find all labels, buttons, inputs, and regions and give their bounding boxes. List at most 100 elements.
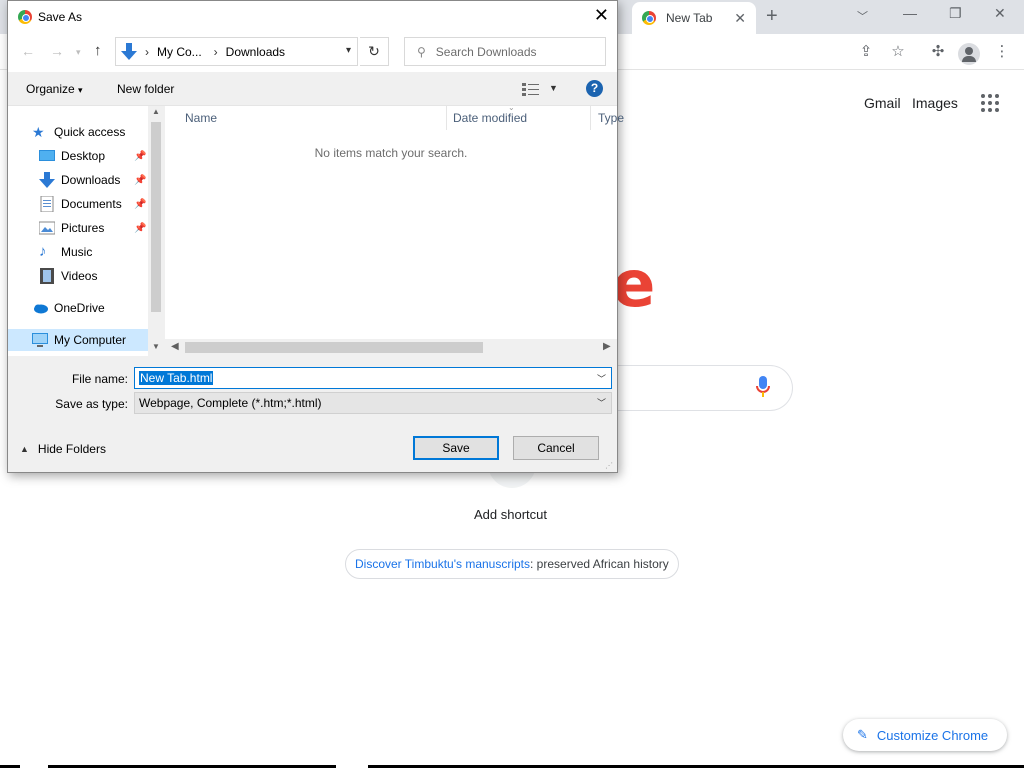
discover-link[interactable]: Discover Timbuktu's manuscripts	[355, 557, 530, 571]
apps-grid-icon[interactable]	[981, 94, 999, 112]
file-name-dropdown-icon[interactable]: ﹀	[597, 372, 606, 385]
save-button[interactable]: Save	[413, 436, 499, 460]
dialog-nav-row: ← → ▾ ↑ › My Co... › Downloads ▾ ↻ ⚲	[8, 32, 617, 72]
film-icon	[40, 268, 54, 284]
cancel-button[interactable]: Cancel	[513, 436, 599, 460]
nav-downloads[interactable]: Downloads	[39, 169, 120, 191]
nav-label: Desktop	[61, 149, 106, 163]
customize-chrome-label: Customize Chrome	[876, 727, 989, 743]
scroll-up-icon[interactable]: ▲	[152, 107, 160, 116]
dialog-titlebar[interactable]: Save As ✕	[8, 1, 617, 32]
pin-icon: 📌	[134, 223, 147, 234]
scroll-down-icon[interactable]: ▼	[152, 342, 160, 351]
view-dropdown-icon[interactable]: ▼	[549, 83, 558, 93]
resize-grip-icon[interactable]: ⋰	[605, 461, 613, 470]
forward-arrow-icon[interactable]: →	[50, 43, 64, 59]
breadcrumb-my-computer[interactable]: My Co...	[157, 45, 202, 59]
search-field[interactable]: ⚲	[404, 37, 606, 66]
nav-my-computer[interactable]: My Computer	[8, 329, 148, 351]
images-link[interactable]: Images	[912, 95, 958, 111]
horizontal-scrollbar[interactable]: ◀ ▶	[165, 339, 617, 356]
tab-search-chevron-icon[interactable]: ﹀	[857, 8, 868, 24]
up-arrow-icon[interactable]: ↑	[94, 42, 102, 59]
file-list-pane: Name Date modified ⌄ Type No items match…	[165, 103, 624, 356]
download-arrow-icon	[39, 172, 55, 188]
pin-icon: 📌	[134, 199, 147, 210]
tab-title: New Tab	[666, 11, 713, 25]
save-type-label: Save as type:	[55, 397, 128, 411]
file-name-value[interactable]: New Tab.html	[139, 371, 214, 385]
help-icon[interactable]: ?	[586, 80, 603, 97]
address-bar[interactable]: › My Co... › Downloads ▾	[115, 37, 358, 66]
menu-dots-icon[interactable]: ⋮	[993, 43, 1011, 61]
nav-scrollbar[interactable]: ▲ ▼	[148, 106, 164, 356]
search-icon: ⚲	[417, 44, 426, 59]
nav-label: Quick access	[54, 125, 126, 139]
hide-folders-label: Hide Folders	[37, 442, 106, 456]
save-type-select[interactable]: Webpage, Complete (*.htm;*.html) ﹀	[134, 392, 612, 414]
bookmark-star-icon[interactable]: ☆	[889, 43, 907, 61]
discover-chip[interactable]: Discover Timbuktu's manuscripts: preserv…	[345, 549, 679, 579]
sort-caret-icon: ⌄	[508, 103, 515, 112]
new-folder-button[interactable]: New folder	[117, 82, 174, 96]
recent-locations-chevron-icon[interactable]: ▾	[76, 47, 81, 58]
hide-folders-toggle[interactable]: ▲ Hide Folders	[20, 442, 106, 456]
chrome-logo-icon	[18, 9, 32, 24]
add-shortcut-label[interactable]: Add shortcut	[474, 507, 547, 522]
organize-menu[interactable]: Organize ▾	[26, 82, 83, 96]
empty-message: No items match your search.	[314, 146, 468, 160]
share-icon[interactable]: ⇪	[857, 43, 875, 61]
file-name-label: File name:	[71, 372, 128, 386]
mic-icon[interactable]	[756, 376, 770, 398]
scroll-left-icon[interactable]: ◀	[171, 341, 179, 352]
restore-icon[interactable]: ❐	[949, 5, 962, 22]
address-dropdown-icon[interactable]: ▾	[346, 45, 351, 56]
window-close-icon[interactable]: ✕	[994, 5, 1006, 22]
breadcrumb-separator-icon: ›	[213, 44, 218, 59]
nav-label: Pictures	[61, 221, 105, 235]
nav-desktop[interactable]: Desktop	[39, 145, 105, 167]
column-header-date-modified[interactable]: Date modified	[447, 106, 591, 130]
nav-music[interactable]: ♪ Music	[39, 241, 92, 263]
nav-quick-access[interactable]: ★ Quick access	[32, 121, 125, 143]
extensions-icon[interactable]: ✣	[929, 43, 947, 61]
nav-label: My Computer	[54, 333, 127, 347]
nav-videos[interactable]: Videos	[39, 265, 97, 287]
scroll-right-icon[interactable]: ▶	[603, 341, 611, 352]
breadcrumb-downloads[interactable]: Downloads	[226, 45, 285, 59]
desktop-icon	[39, 150, 55, 161]
chrome-logo-icon	[642, 11, 656, 25]
dialog-close-icon[interactable]: ✕	[594, 5, 609, 25]
dialog-title: Save As	[38, 9, 83, 24]
nav-documents[interactable]: Documents	[39, 193, 122, 215]
save-button-label: Save	[442, 441, 470, 455]
column-header-type[interactable]: Type	[591, 106, 624, 130]
horizontal-scroll-thumb[interactable]	[185, 342, 483, 353]
column-header-name[interactable]: Name	[165, 106, 447, 130]
organize-chevron-icon: ▾	[78, 85, 83, 95]
gmail-link[interactable]: Gmail	[864, 95, 901, 111]
nav-onedrive[interactable]: OneDrive	[32, 297, 105, 319]
search-input[interactable]	[435, 44, 596, 59]
nav-scroll-thumb[interactable]	[151, 122, 161, 312]
new-tab-plus-icon[interactable]: +	[766, 6, 778, 26]
file-name-field[interactable]: New Tab.html ﹀	[134, 367, 612, 389]
nav-pictures[interactable]: Pictures	[39, 217, 104, 239]
discover-text: : preserved African history	[530, 557, 669, 571]
save-as-dialog: Save As ✕ ← → ▾ ↑ › My Co... › Downloads…	[7, 0, 624, 473]
refresh-icon[interactable]: ↻	[360, 37, 389, 66]
nav-label: Videos	[61, 269, 98, 283]
customize-chrome-button[interactable]: ✎ Customize Chrome	[843, 719, 1007, 751]
minimize-icon[interactable]: —	[903, 5, 917, 21]
cloud-icon	[34, 304, 48, 314]
pencil-icon: ✎	[857, 727, 868, 742]
tab-new-tab[interactable]: New Tab ✕	[632, 2, 756, 34]
monitor-icon	[32, 333, 48, 347]
star-icon: ★	[32, 124, 45, 140]
organize-label: Organize	[26, 82, 75, 96]
back-arrow-icon[interactable]: ←	[21, 43, 35, 59]
view-options-icon[interactable]	[522, 82, 540, 96]
nav-label: Documents	[61, 197, 122, 211]
profile-icon[interactable]	[958, 43, 980, 65]
tab-close-icon[interactable]: ✕	[734, 10, 746, 27]
